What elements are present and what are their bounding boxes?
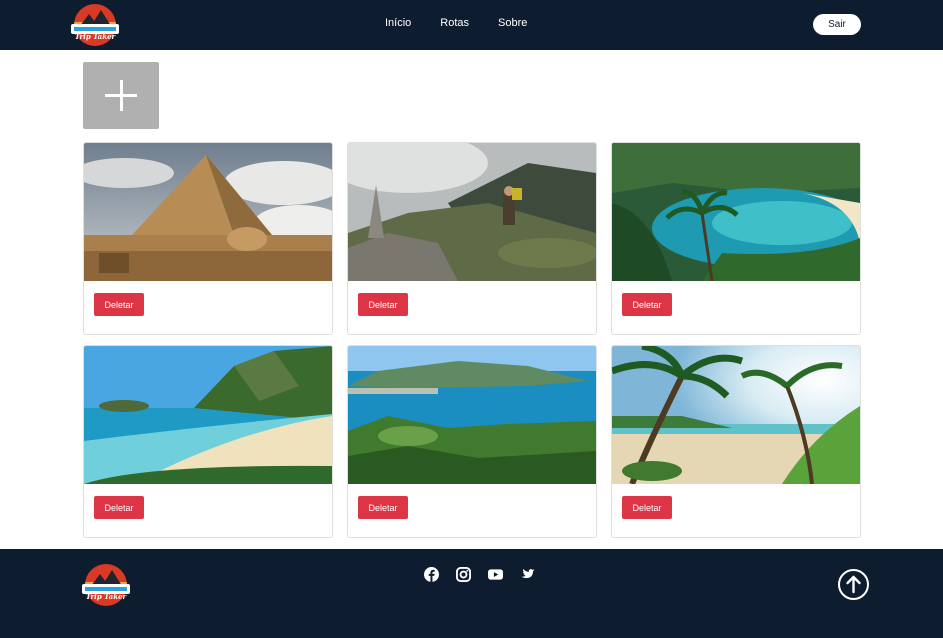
- exit-button[interactable]: Sair: [813, 14, 861, 35]
- arrow-up-circle-icon: [846, 575, 861, 594]
- trip-card: Deletar: [611, 345, 861, 538]
- trip-photo: [348, 143, 596, 281]
- delete-button[interactable]: Deletar: [622, 293, 672, 316]
- nav-link-inicio[interactable]: Início: [385, 17, 411, 29]
- trip-photo: [612, 143, 860, 281]
- trip-photo: [84, 143, 332, 281]
- footer: Trip Taker: [0, 549, 943, 638]
- delete-button[interactable]: Deletar: [358, 496, 408, 519]
- youtube-icon[interactable]: [488, 567, 503, 582]
- trip-card: Deletar: [347, 142, 597, 335]
- facebook-icon[interactable]: [424, 567, 439, 582]
- nav-link-rotas[interactable]: Rotas: [440, 17, 469, 29]
- trip-taker-logo-footer[interactable]: Trip Taker: [82, 564, 130, 606]
- trip-photo: [84, 346, 332, 484]
- trip-card: Deletar: [611, 142, 861, 335]
- trip-photo: [348, 346, 596, 484]
- navbar: Trip Taker Início Rotas Sobre Sair: [0, 0, 943, 50]
- delete-button[interactable]: Deletar: [358, 293, 408, 316]
- trip-taker-logo[interactable]: Trip Taker: [71, 4, 119, 46]
- delete-button[interactable]: Deletar: [94, 293, 144, 316]
- instagram-icon[interactable]: [456, 567, 471, 582]
- main-nav: Início Rotas Sobre: [385, 17, 556, 29]
- trip-card: Deletar: [83, 142, 333, 335]
- delete-button[interactable]: Deletar: [94, 496, 144, 519]
- trip-card: Deletar: [83, 345, 333, 538]
- back-to-top-button[interactable]: [838, 569, 869, 600]
- add-trip-button[interactable]: [83, 62, 159, 129]
- trip-photo: [612, 346, 860, 484]
- twitter-icon[interactable]: [520, 567, 535, 582]
- trip-card: Deletar: [347, 345, 597, 538]
- delete-button[interactable]: Deletar: [622, 496, 672, 519]
- nav-link-sobre[interactable]: Sobre: [498, 17, 527, 29]
